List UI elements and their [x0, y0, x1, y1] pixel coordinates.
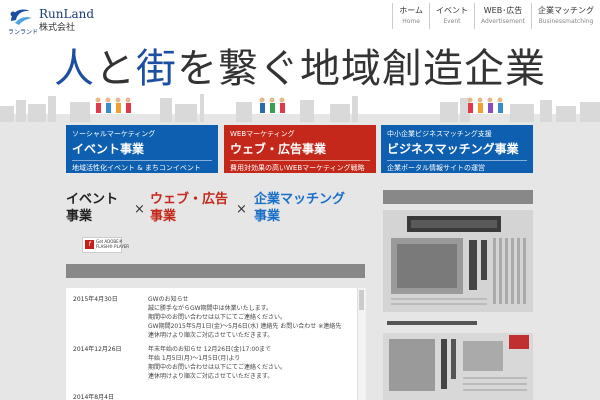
hero-title-mid: と [95, 46, 136, 92]
nav-label: WEB･広告 [483, 6, 523, 15]
news-date: 2014年8月4日 [73, 394, 114, 400]
nav-label: イベント [435, 6, 468, 15]
newspaper-clipping-icon [383, 210, 533, 312]
news-line: 期間中のお問い合わせは以下にてご連絡ください。 [148, 364, 287, 371]
service-business-matching: 企業マッチング 事業 [254, 191, 345, 225]
nav-sublabel: Event [443, 18, 461, 25]
news-line: 連休明けより順次ご対応させていただきます。 [148, 332, 274, 339]
service-line1: 企業マッチング [254, 192, 346, 207]
nav-label: 企業マッチング [538, 6, 594, 15]
services-trio: イベント 事業 × ウェブ・広告 事業 × 企業マッチング 事業 [66, 191, 371, 231]
news-date: 2015年4月30日 [73, 296, 118, 303]
logo-kana: ランランド [8, 29, 39, 36]
times-icon: × [134, 202, 145, 217]
site-logo[interactable]: RunLand 株式会社 ランランド [8, 4, 118, 36]
hero-title-accent: 人 [54, 46, 95, 92]
banner-title: イベント事業 [72, 142, 145, 156]
clipping-caption-bar [387, 321, 477, 325]
newspaper-clipping-icon [383, 333, 533, 400]
service-line2: 事業 [66, 209, 93, 224]
site-header: RunLand 株式会社 ランランド ホーム Home イベント Event W… [0, 0, 600, 36]
news-list[interactable]: 2015年4月30日 GWのお知らせ 誠に勝手ながらGW期間中は休業いたします。… [66, 288, 365, 400]
flash-badge-text: Get ADOBE® FLASH® PLAYER [96, 239, 129, 249]
banner-event[interactable]: ソーシャルマーケティング イベント事業 地域活性化イベント & まちコンイベント [66, 125, 218, 173]
service-line2: 事業 [150, 209, 177, 224]
nav-label: ホーム [399, 6, 423, 15]
nav-sublabel: Businessmatching [538, 18, 594, 25]
flash-line2: FLASH® PLAYER [96, 244, 130, 249]
service-line1: イベント [66, 192, 119, 207]
hero-title-rest: を繋ぐ地域創造企業 [177, 46, 546, 92]
scrollbar-thumb[interactable] [359, 290, 364, 310]
news-line: 連休明けより順次ご対応させていただきます。 [148, 373, 274, 380]
nav-sublabel: Advertisement [480, 18, 525, 25]
people-group-right [467, 97, 503, 113]
service-event: イベント 事業 [66, 191, 118, 225]
news-line: 年末年始のお知らせ 12月26日(金)17:00まで [148, 346, 272, 353]
city-skyline-illustration [0, 94, 600, 122]
nav-item-advertisement[interactable]: WEB･広告 Advertisement [473, 3, 531, 29]
main-nav: ホーム Home イベント Event WEB･広告 Advertisement… [392, 3, 600, 29]
banner-web-advertising[interactable]: WEBマーケティング ウェブ・広告事業 費用対効果の高いWEBマーケティング戦略 [224, 125, 376, 173]
nav-item-event[interactable]: イベント Event [428, 3, 474, 29]
people-group-center [259, 97, 285, 113]
news-date: 2014年12月26日 [73, 346, 122, 353]
service-web-advertising: ウェブ・広告 事業 [150, 191, 228, 225]
banner-description: 費用対効果の高いWEBマーケティング戦略 [230, 160, 370, 173]
news-line: GW期間2015年5月1日(金)～5月6日(水) 連絡先 お問い合わせ ※連絡先 [148, 323, 342, 330]
news-line: GWのお知らせ [148, 296, 189, 303]
logo-name: RunLand [39, 7, 95, 21]
service-line1: ウェブ・広告 [150, 192, 229, 207]
banner-category: WEBマーケティング [230, 130, 295, 138]
nav-item-home[interactable]: ホーム Home [392, 3, 429, 29]
runland-logo-icon [10, 9, 32, 25]
news-line: 年始 1月5日(月)～1月5日(月)より [148, 355, 241, 362]
people-group-left [95, 97, 131, 113]
service-line2: 事業 [254, 209, 281, 224]
news-line: 誠に勝手ながらGW期間中は休業いたします。 [148, 305, 272, 312]
news-section-header [66, 264, 365, 278]
banner-description: 企業ポータル情報サイトの運営 [387, 160, 527, 173]
nav-item-businessmatching[interactable]: 企業マッチング Businessmatching [531, 3, 600, 29]
newspaper-clipping-image[interactable] [383, 210, 533, 312]
banner-business-matching[interactable]: 中小企業ビジネスマッチング支援 ビジネスマッチング事業 企業ポータル情報サイトの… [381, 125, 533, 173]
get-flash-player-badge[interactable]: f Get ADOBE® FLASH® PLAYER [82, 237, 129, 253]
media-section-header [383, 190, 533, 204]
news-line: 期間中のお問い合わせは以下にてご連絡ください。 [148, 314, 287, 321]
flash-player-icon: f [85, 240, 94, 249]
logo-company-type: 株式会社 [39, 23, 76, 33]
banner-category: 中小企業ビジネスマッチング支援 [387, 130, 492, 138]
newspaper-clipping-image-2[interactable] [383, 333, 533, 400]
hero-title-accent2: 街 [136, 46, 177, 92]
banner-title: ビジネスマッチング事業 [387, 142, 519, 156]
banner-description: 地域活性化イベント & まちコンイベント [72, 160, 212, 173]
times-icon: × [236, 202, 247, 217]
news-scrollbar[interactable] [357, 288, 366, 400]
banner-title: ウェブ・広告事業 [230, 142, 327, 156]
banner-category: ソーシャルマーケティング [72, 130, 156, 138]
hero-title: 人と街を繋ぐ地域創造企業 [0, 36, 600, 94]
nav-sublabel: Home [402, 18, 420, 25]
